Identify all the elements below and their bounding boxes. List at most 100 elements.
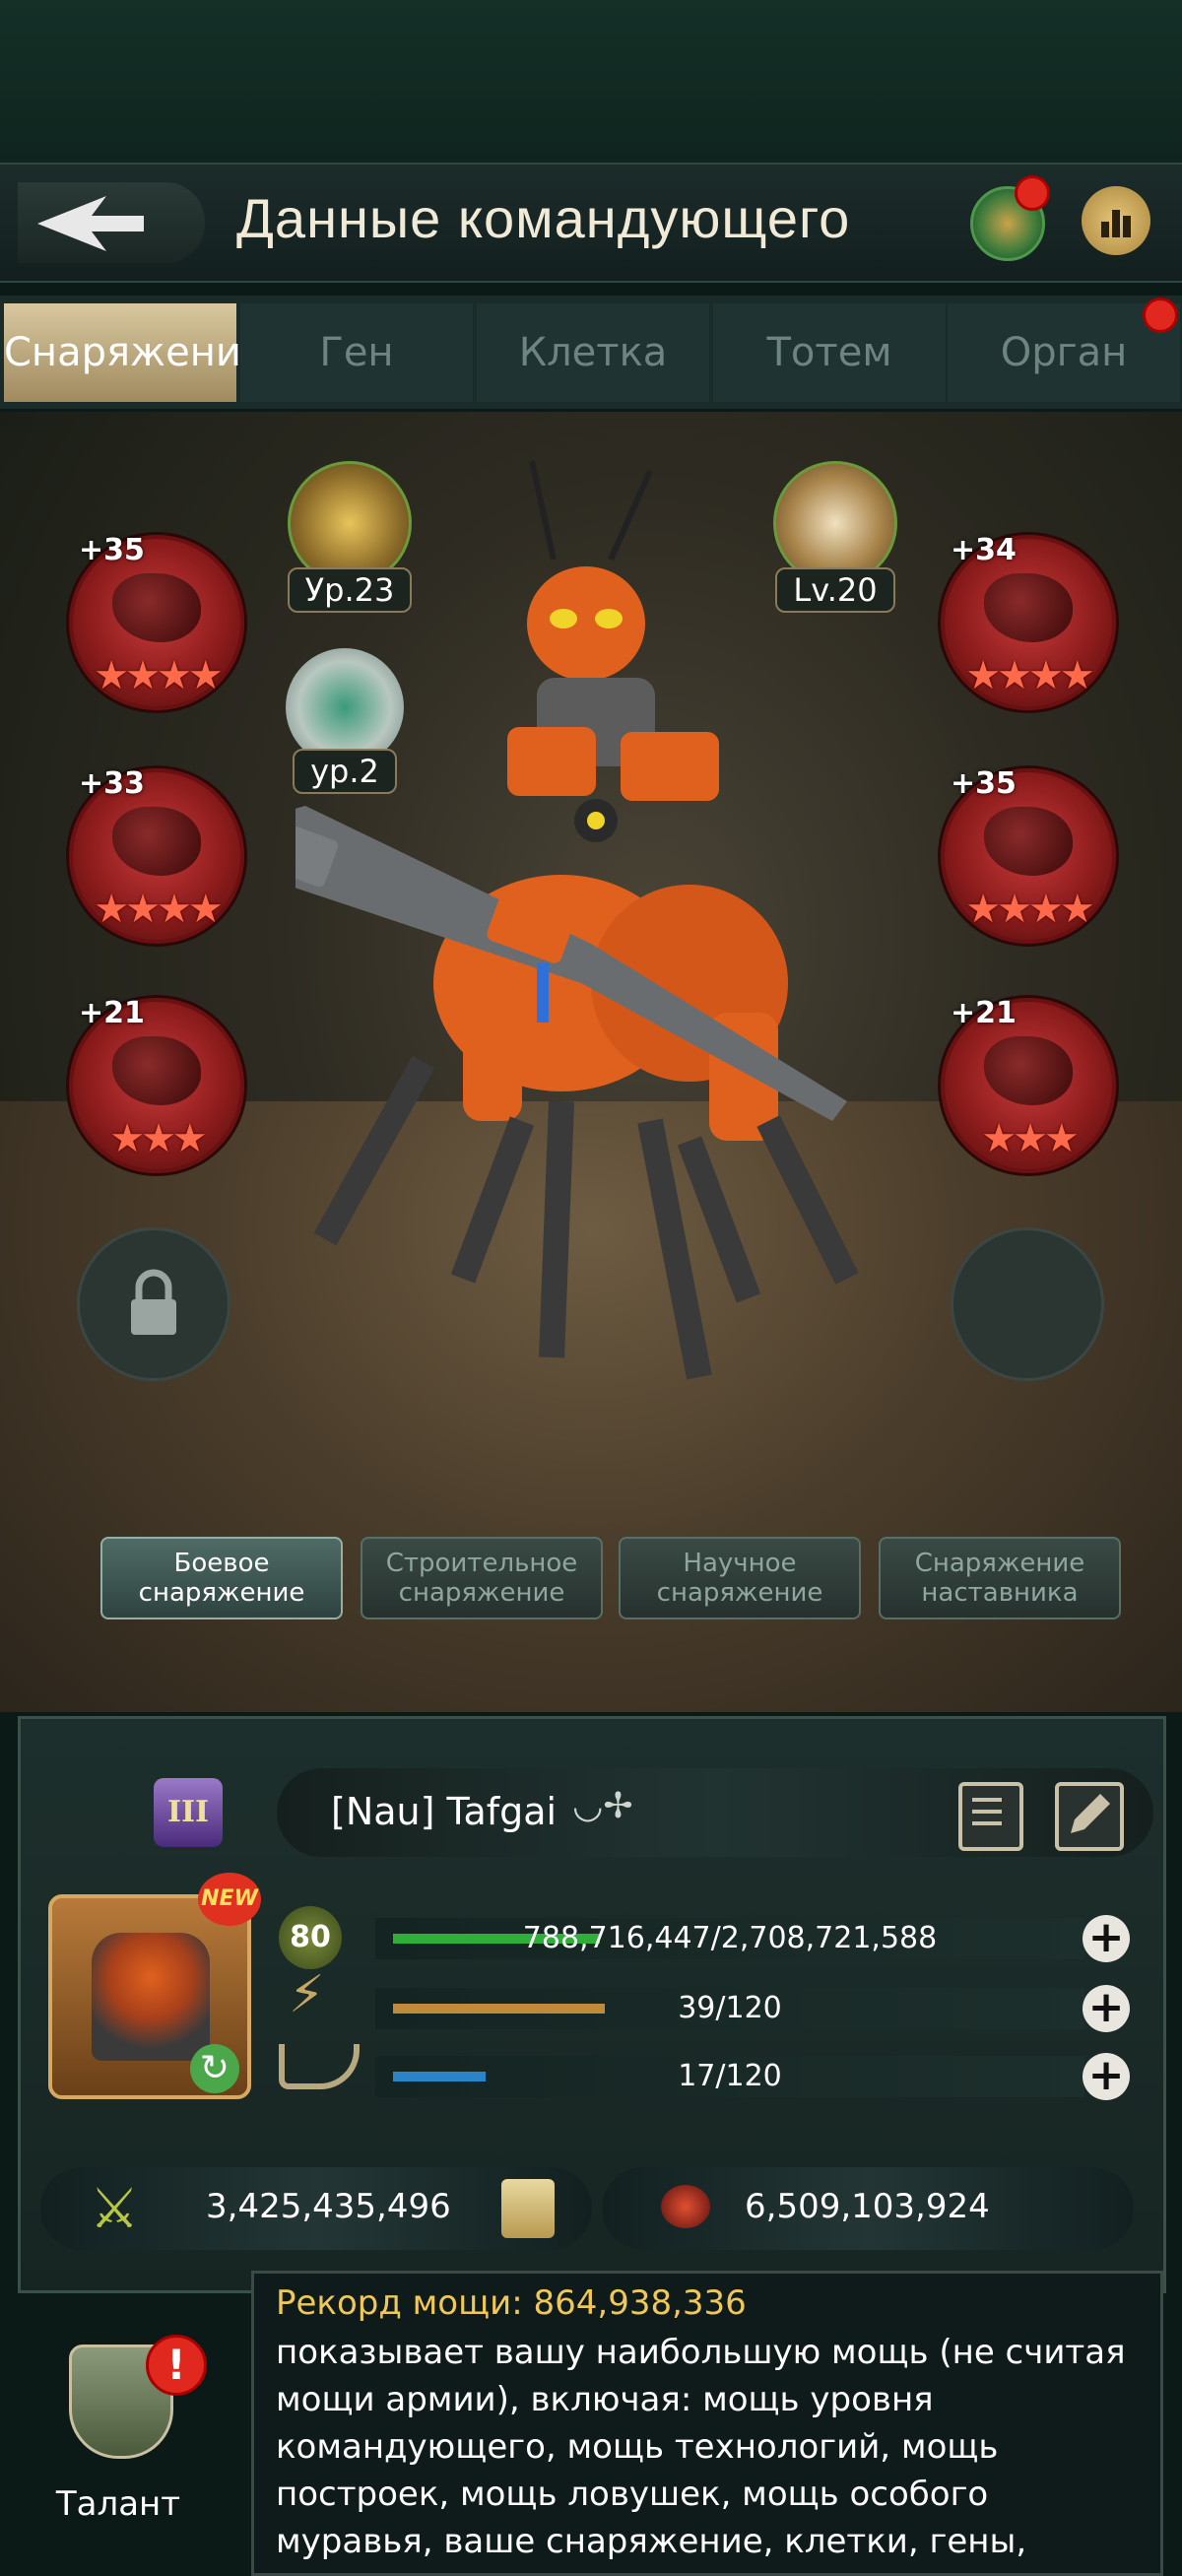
equipment-item-icon <box>984 573 1073 642</box>
title-ornament-icon: ◡✢ <box>572 1786 633 1826</box>
equipment-stars: ★★★ <box>109 1116 208 1161</box>
power-history-icon[interactable] <box>501 2179 555 2238</box>
subtab-line1: Строительное <box>385 1549 578 1578</box>
kills-value: 6,509,103,924 <box>745 2187 990 2226</box>
rank-badge[interactable]: Ур.23 <box>281 461 419 613</box>
ant-nest-icon[interactable] <box>970 175 1050 261</box>
ranking-icon[interactable] <box>1082 186 1150 255</box>
horn-value: 17/120 <box>678 2059 782 2093</box>
exp-value: 788,716,447/2,708,721,588 <box>522 1921 938 1955</box>
ant-badge[interactable]: Lv.20 <box>766 461 904 613</box>
equipment-slot[interactable]: +21 ★★★ <box>69 996 244 1173</box>
tooltip-body: показывает вашу наибольшую мощь (не счит… <box>276 2333 1126 2561</box>
subtab-combat-equipment[interactable]: Боевое снаряжение <box>100 1537 343 1619</box>
rename-button[interactable] <box>1055 1782 1124 1851</box>
commander-info-panel: III [Nau] Tafgai ◡✢ NEW ↻ 80 788,716,447… <box>18 1716 1166 2293</box>
top-background <box>0 0 1182 163</box>
equipment-item-icon <box>112 1036 201 1105</box>
power-record-tooltip: Рекорд мощи: 864,938,336 показывает вашу… <box>251 2271 1163 2576</box>
energy-bar: 39/120 <box>375 1988 1084 2029</box>
equipment-item-icon <box>112 807 201 876</box>
subtab-line2: снаряжение <box>138 1578 305 1608</box>
horn-bar: 17/120 <box>375 2056 1084 2097</box>
equipment-level: +33 <box>79 766 145 801</box>
shield-badge[interactable]: ур.2 <box>276 648 414 794</box>
subtab-line2: наставника <box>921 1578 1079 1608</box>
document-icon <box>972 1798 1002 1825</box>
name-bar: [Nau] Tafgai ◡✢ <box>277 1768 1153 1857</box>
add-horn-button[interactable]: + <box>1083 2053 1130 2100</box>
edit-pencil-icon <box>1071 1794 1110 1833</box>
back-arrow-icon <box>37 196 144 251</box>
commander-avatar[interactable]: NEW ↻ <box>48 1873 261 2099</box>
exp-bar: 788,716,447/2,708,721,588 <box>375 1918 1084 1959</box>
commander-portrait-icon <box>92 1933 210 2061</box>
horn-icon <box>279 2044 360 2089</box>
category-tabs: Снаряжение Ген Клетка Тотем Орган <box>0 296 1182 409</box>
back-button[interactable] <box>18 182 205 263</box>
tab-equipment[interactable]: Снаряжение <box>4 303 265 402</box>
equipment-slot[interactable]: +33 ★★★★ <box>69 766 244 944</box>
kill-ant-icon <box>661 2185 710 2228</box>
talent-button[interactable]: ! Талант <box>39 2335 207 2542</box>
equipment-item-icon <box>984 807 1073 876</box>
equipment-stars: ★★★ <box>981 1116 1080 1161</box>
energy-icon: ⚡ <box>289 1965 325 2024</box>
profile-notes-button[interactable] <box>958 1782 1023 1851</box>
page-title: Данные командующего <box>236 187 851 249</box>
equipment-slot[interactable]: +21 ★★★ <box>941 996 1116 1173</box>
equipment-level: +21 <box>79 996 145 1030</box>
talent-label: Талант <box>55 2484 181 2524</box>
swap-icon[interactable]: ↻ <box>190 2044 239 2093</box>
notification-dot <box>1015 175 1050 211</box>
empty-slot[interactable] <box>951 1227 1104 1381</box>
equipment-stars: ★★★★ <box>965 653 1094 698</box>
power-value: 3,425,435,496 <box>206 2187 451 2226</box>
crossed-swords-icon: ⚔ <box>90 2177 140 2241</box>
equipment-level: +34 <box>951 533 1017 567</box>
level-badge: 80 <box>279 1906 342 1969</box>
rank-emblem-icon: III <box>154 1778 223 1847</box>
subtab-line1: Научное <box>683 1549 797 1578</box>
equipment-level: +35 <box>951 766 1017 801</box>
shield-level-label: ур.2 <box>293 749 397 794</box>
kills-pill: 6,509,103,924 <box>602 2167 1134 2250</box>
equipment-stars: ★★★★ <box>965 887 1094 932</box>
commander-level: 80 <box>290 1920 331 1954</box>
equipment-level: +21 <box>951 996 1017 1030</box>
commander-name: [Nau] Tafgai <box>331 1790 558 1833</box>
subtab-science-equipment[interactable]: Научное снаряжение <box>619 1537 861 1619</box>
add-energy-button[interactable]: + <box>1083 1985 1130 2032</box>
notification-dot <box>1143 297 1178 333</box>
power-pill: ⚔ 3,425,435,496 <box>40 2167 592 2250</box>
new-badge: NEW <box>198 1873 261 1926</box>
locked-slot[interactable] <box>77 1227 230 1381</box>
equipment-item-icon <box>984 1036 1073 1105</box>
subtab-line1: Боевое <box>173 1549 270 1578</box>
tab-cell[interactable]: Клетка <box>477 303 709 402</box>
equipment-slot[interactable]: +35 ★★★★ <box>941 766 1116 944</box>
subtab-line2: снаряжение <box>398 1578 565 1608</box>
equipment-item-icon <box>112 573 201 642</box>
energy-value: 39/120 <box>678 1991 782 2025</box>
equipment-level: +35 <box>79 533 145 567</box>
equipment-slot[interactable]: +35 ★★★★ <box>69 533 244 710</box>
subtab-line2: снаряжение <box>656 1578 823 1608</box>
subtab-building-equipment[interactable]: Строительное снаряжение <box>361 1537 603 1619</box>
rank-numeral: III <box>166 1795 210 1829</box>
tooltip-title: Рекорд мощи: 864,938,336 <box>276 2283 747 2323</box>
tab-gene[interactable]: Ген <box>240 303 473 402</box>
commander-scene: Ур.23 ур.2 Lv.20 +35 ★★★★ +33 ★★★★ +21 ★… <box>0 412 1182 1712</box>
equipment-slot[interactable]: +34 ★★★★ <box>941 533 1116 710</box>
add-exp-button[interactable]: + <box>1083 1915 1130 1962</box>
header-bar: Данные командующего <box>0 163 1182 283</box>
equipment-stars: ★★★★ <box>94 653 223 698</box>
tab-totem[interactable]: Тотем <box>713 303 946 402</box>
rank-level-label: Ур.23 <box>287 567 413 613</box>
lock-icon <box>131 1269 176 1335</box>
equipment-stars: ★★★★ <box>94 887 223 932</box>
subtab-line1: Снаряжение <box>914 1549 1085 1578</box>
subtab-mentor-equipment[interactable]: Снаряжение наставника <box>879 1537 1121 1619</box>
ant-level-label: Lv.20 <box>775 567 895 613</box>
alert-badge: ! <box>146 2335 207 2396</box>
